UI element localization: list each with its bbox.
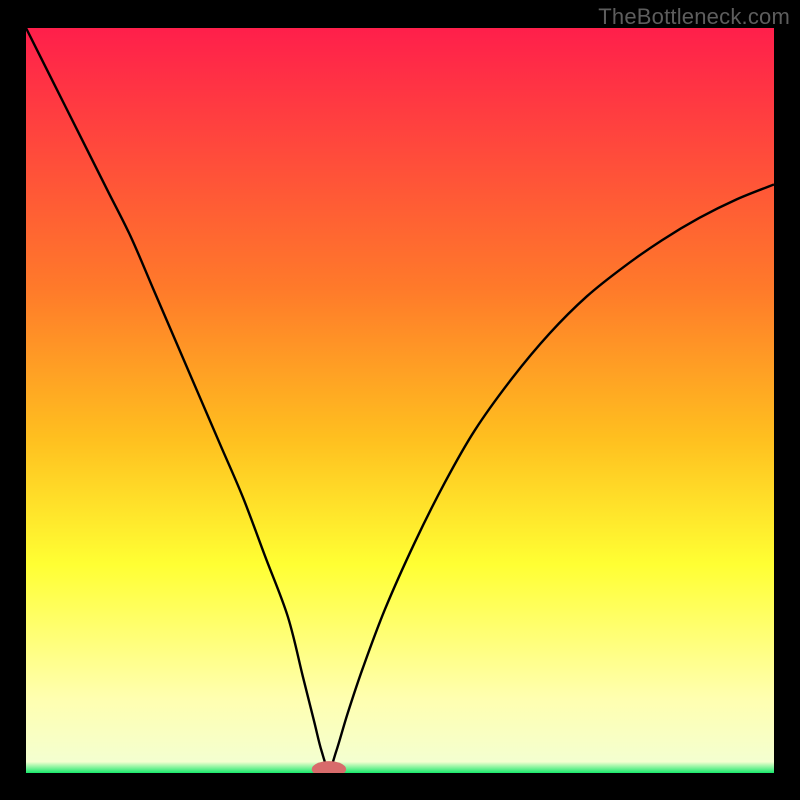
plot-area [26, 28, 774, 773]
bottleneck-chart [26, 28, 774, 773]
gradient-background [26, 28, 774, 773]
outer-frame: TheBottleneck.com [0, 0, 800, 800]
watermark-text: TheBottleneck.com [598, 4, 790, 30]
